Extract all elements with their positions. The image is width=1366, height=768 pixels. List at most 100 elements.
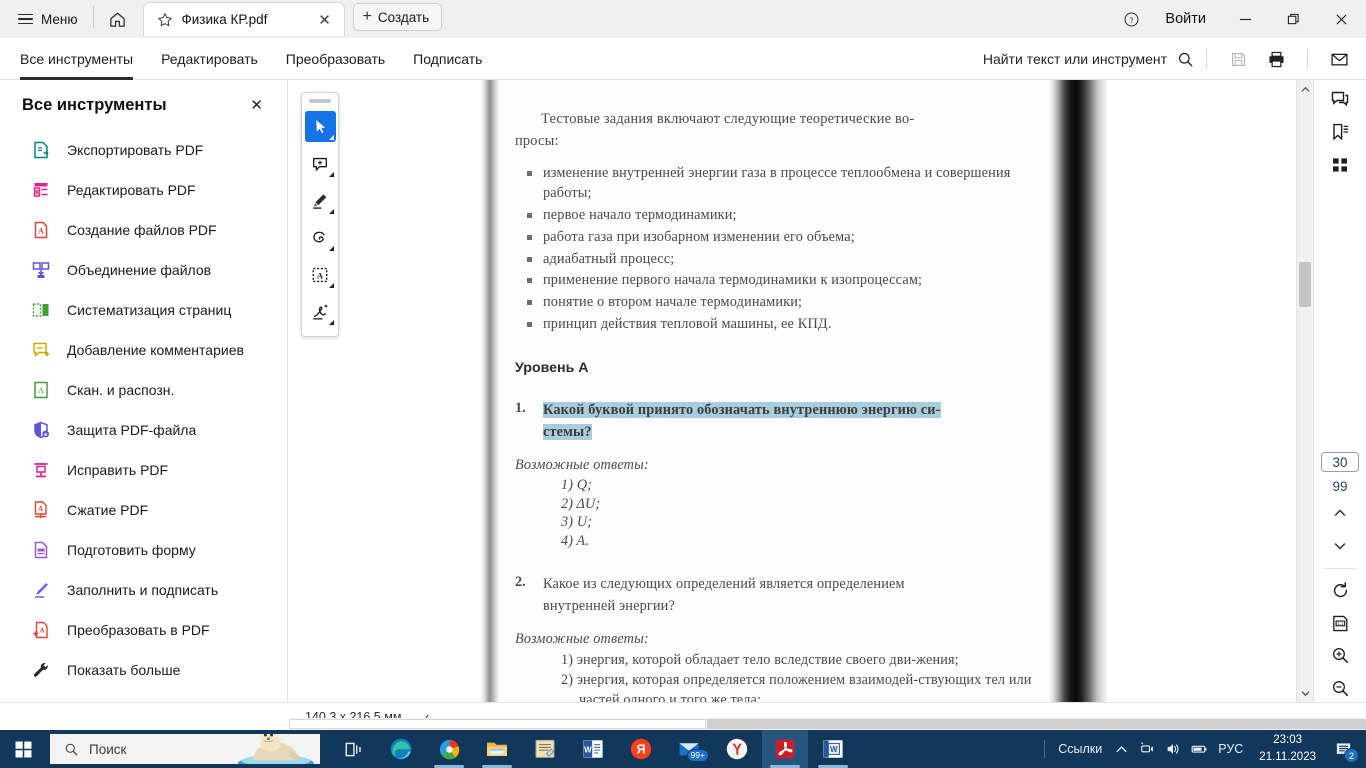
tool-combine-files[interactable]: Объединение файлов	[0, 250, 287, 290]
document-tab[interactable]: Физика КР.pdf ✕	[142, 2, 345, 36]
comments-panel-button[interactable]	[1321, 86, 1359, 113]
svg-text:1:1: 1:1	[1337, 621, 1344, 626]
app-acrobat[interactable]	[762, 730, 808, 768]
help-button[interactable]: ?	[1113, 1, 1149, 37]
seal-illustration-icon	[237, 734, 314, 764]
maximize-button[interactable]	[1270, 0, 1316, 38]
signature-tool[interactable]	[305, 296, 336, 327]
cmd-edit[interactable]: Редактировать	[147, 38, 272, 80]
add-comment-tool[interactable]	[305, 148, 336, 179]
app-mail[interactable]: 99+	[666, 730, 712, 768]
cmd-convert-label: Преобразовать	[285, 50, 386, 67]
app-file-explorer[interactable]	[474, 730, 520, 768]
notifications-button[interactable]: 2	[1326, 730, 1360, 768]
page-paper: Тестовые задания включают следующие теор…	[499, 80, 1049, 702]
vertical-scrollbar[interactable]	[1296, 80, 1313, 702]
tool-label: Систематизация страниц	[67, 302, 232, 318]
app-colorful[interactable]	[426, 730, 472, 768]
zoom-out-icon	[1332, 681, 1348, 697]
app-edge[interactable]	[378, 730, 424, 768]
home-button[interactable]	[101, 2, 135, 36]
cmd-all-tools-label: Все инструменты	[20, 50, 134, 67]
tool-add-comments[interactable]: Добавление комментариев	[0, 330, 287, 370]
tool-edit-pdf[interactable]: Редактировать PDF	[0, 170, 287, 210]
pdf-page: Тестовые задания включают следующие теор…	[289, 80, 1296, 702]
select-text-area-tool[interactable]: A	[305, 259, 336, 290]
zoom-out-button[interactable]	[1321, 675, 1359, 702]
close-window-button[interactable]	[1318, 0, 1364, 38]
tool-convert-to-pdf[interactable]: A Преобразовать в PDF	[0, 610, 287, 650]
rotate-button[interactable]	[1321, 577, 1359, 604]
hscroll-track[interactable]	[707, 719, 1366, 729]
combine-files-icon	[30, 260, 51, 281]
toolbar-drag-handle[interactable]	[309, 99, 331, 103]
minimize-button[interactable]	[1222, 0, 1268, 38]
volume-button[interactable]	[1160, 730, 1186, 768]
highlighted-text-line2: стемы?	[543, 423, 592, 440]
organize-pages-icon	[30, 300, 51, 321]
doc-bullet: принцип действия тепловой машины, ее КПД…	[515, 314, 1035, 335]
network-button[interactable]	[1134, 730, 1160, 768]
start-button[interactable]	[0, 730, 46, 768]
print-button[interactable]	[1257, 40, 1295, 78]
app-word-2[interactable]: W	[810, 730, 856, 768]
tool-export-pdf[interactable]: Экспортировать PDF	[0, 130, 287, 170]
highlight-tool[interactable]	[305, 185, 336, 216]
tool-compress-pdf[interactable]: A Сжатие PDF	[0, 490, 287, 530]
taskbar-search[interactable]: Поиск	[50, 734, 320, 764]
email-button[interactable]	[1320, 40, 1358, 78]
fit-page-button[interactable]: 1:1	[1321, 610, 1359, 637]
thumbnails-panel-button[interactable]	[1321, 152, 1359, 179]
app-word[interactable]: W	[570, 730, 616, 768]
scroll-down-button[interactable]	[1297, 684, 1313, 702]
tool-create-pdf[interactable]: A Создание файлов PDF	[0, 210, 287, 250]
scroll-up-button[interactable]	[1297, 80, 1313, 98]
bookmarks-panel-button[interactable]	[1321, 119, 1359, 146]
tool-show-more[interactable]: Показать больше	[0, 650, 287, 690]
svg-text:A: A	[39, 625, 45, 634]
svg-text:Я: Я	[636, 743, 645, 757]
zoom-in-icon	[1332, 648, 1348, 664]
tray-expand-button[interactable]	[1108, 730, 1134, 768]
yandex-icon: Я	[630, 738, 652, 760]
language-indicator[interactable]: РУС	[1212, 742, 1249, 756]
tool-organize-pages[interactable]: Систематизация страниц	[0, 290, 287, 330]
tab-close-button[interactable]: ✕	[314, 9, 336, 31]
taskview-button[interactable]	[330, 730, 376, 768]
scrollbar-thumb[interactable]	[1299, 262, 1311, 307]
answers-lead-1: Возможные ответы:	[515, 457, 649, 474]
save-button[interactable]	[1219, 40, 1257, 78]
draw-oval-tool[interactable]	[305, 222, 336, 253]
app-sticky-notes[interactable]	[522, 730, 568, 768]
hscroll-thumb[interactable]	[289, 719, 706, 729]
tool-prepare-form[interactable]: Подготовить форму	[0, 530, 287, 570]
tool-label: Добавление комментариев	[67, 342, 244, 358]
svg-text:W: W	[830, 745, 838, 754]
tool-label: Редактировать PDF	[67, 182, 196, 198]
battery-button[interactable]	[1186, 730, 1212, 768]
cmd-all-tools[interactable]: Все инструменты	[6, 38, 147, 80]
signin-button[interactable]: Войти	[1151, 11, 1220, 27]
find-button[interactable]: Найти текст или инструмент	[983, 51, 1194, 68]
next-page-button[interactable]	[1321, 533, 1359, 560]
tool-protect-pdf[interactable]: Защита PDF-файла	[0, 410, 287, 450]
page-number-input[interactable]: 30	[1321, 452, 1359, 472]
select-cursor-tool[interactable]	[304, 111, 336, 142]
clock[interactable]: 23:03 21.11.2023	[1249, 732, 1326, 765]
word-icon: W	[823, 739, 843, 759]
horizontal-scrollbar[interactable]	[289, 718, 1366, 730]
tool-fill-sign[interactable]: Заполнить и подписать	[0, 570, 287, 610]
cmd-convert[interactable]: Преобразовать	[272, 38, 399, 80]
zoom-in-button[interactable]	[1321, 643, 1359, 670]
tool-scan-ocr[interactable]: A Скан. и распозн.	[0, 370, 287, 410]
tool-fix-pdf[interactable]: Исправить PDF	[0, 450, 287, 490]
app-yandex-browser[interactable]	[714, 730, 760, 768]
tray-links-label[interactable]: Ссылки	[1052, 742, 1108, 756]
menu-button[interactable]: Меню	[10, 4, 86, 34]
tools-panel-close-button[interactable]: ✕	[244, 94, 269, 116]
cmd-sign[interactable]: Подписать	[399, 38, 496, 80]
document-viewer[interactable]: Тестовые задания включают следующие теор…	[289, 80, 1296, 702]
app-yandex[interactable]: Я	[618, 730, 664, 768]
new-document-button[interactable]: + Создать	[352, 3, 443, 31]
previous-page-button[interactable]	[1321, 500, 1359, 527]
